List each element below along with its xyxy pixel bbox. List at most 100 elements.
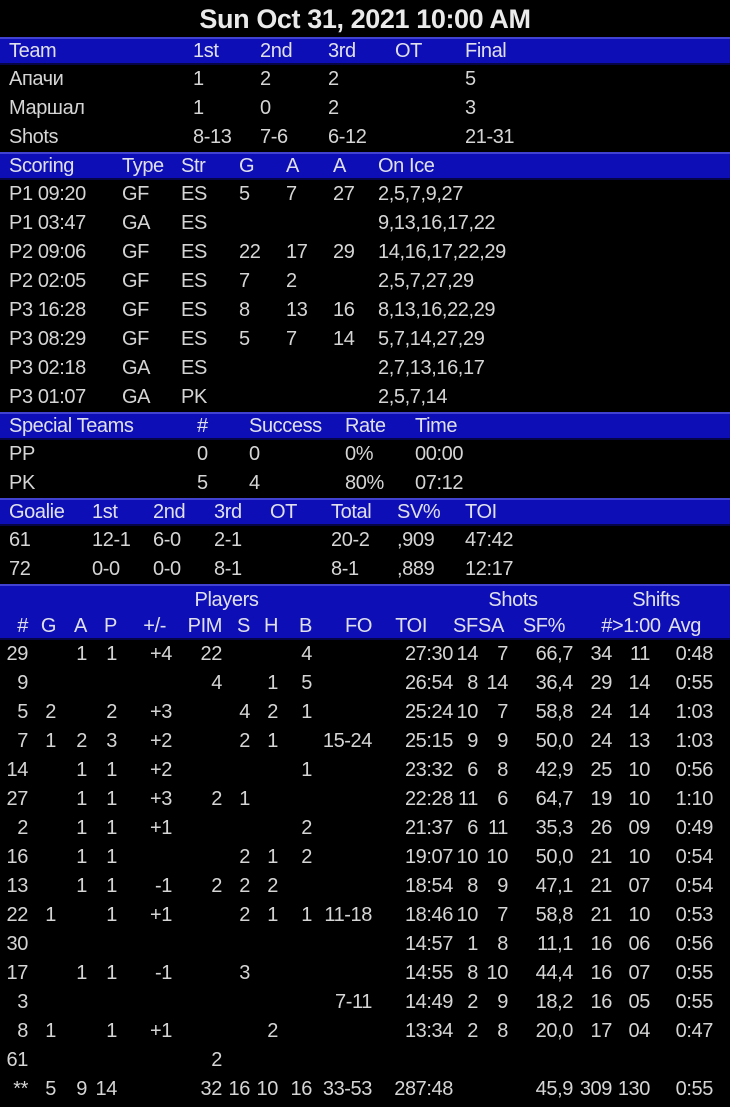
cell xyxy=(312,959,372,988)
cell: 0:55 xyxy=(675,962,714,984)
cell: 00:00 xyxy=(415,443,464,465)
cell: 30 xyxy=(6,933,29,955)
cell xyxy=(87,988,117,1017)
cell: 27 xyxy=(333,183,355,205)
cell: 1 xyxy=(45,904,56,926)
header-cell: SV% xyxy=(397,501,441,523)
cell xyxy=(250,814,278,843)
cell: 11 xyxy=(458,788,478,810)
cell: 2 xyxy=(239,875,250,897)
cell: +3 xyxy=(149,788,172,810)
cell: 2 xyxy=(267,701,278,723)
cell: 11 xyxy=(488,817,508,839)
cell: 3 xyxy=(239,962,250,984)
cell: 309 xyxy=(579,1078,613,1100)
cell: 8 xyxy=(497,933,508,955)
special-teams-section: Special Teams # Success Rate Time PP 0 0 0% 00:0… xyxy=(0,412,730,498)
cell: 0:48 xyxy=(675,643,714,665)
players-column-header: # G A P +/- PIM S H B FO TOI SF SA SF% # >1:00 Avg xyxy=(0,612,730,640)
scoring-row: P3 08:29 GF ES 5 7 14 5,7,14,27,29 xyxy=(0,325,730,354)
cell xyxy=(250,988,278,1017)
cell: 0% xyxy=(345,443,374,465)
scoring-row: P1 03:47 GA ES 9,13,16,17,22 xyxy=(0,209,730,238)
cell xyxy=(56,988,87,1017)
cell xyxy=(172,901,222,930)
cell: GF xyxy=(122,241,149,263)
cell: ,909 xyxy=(397,529,435,551)
cell xyxy=(117,669,172,698)
header-cell: OT xyxy=(270,501,297,523)
cell: 1 xyxy=(76,788,87,810)
cell: 9 xyxy=(497,875,508,897)
cell xyxy=(395,123,465,152)
cell: 14:55 xyxy=(404,962,453,984)
cell: 5,7,14,27,29 xyxy=(378,328,485,350)
cell: -1 xyxy=(155,962,172,984)
cell xyxy=(286,209,333,238)
cell: 0:54 xyxy=(675,875,714,897)
cell: GF xyxy=(122,270,149,292)
header-cell: Time xyxy=(415,415,458,437)
cell xyxy=(312,843,372,872)
cell: 1 xyxy=(467,933,478,955)
cell xyxy=(222,756,250,785)
cell xyxy=(478,1075,508,1104)
cell: ES xyxy=(181,270,207,292)
cell xyxy=(278,872,312,901)
cell: 3 xyxy=(17,991,28,1013)
cell xyxy=(573,1046,612,1075)
cell xyxy=(312,930,372,959)
cell: 0-0 xyxy=(92,558,120,580)
cell: 5 xyxy=(197,472,208,494)
cell xyxy=(278,930,312,959)
cell: P3 01:07 xyxy=(9,386,86,408)
cell: 6 xyxy=(467,817,478,839)
cell: 12:17 xyxy=(465,558,514,580)
team-row: Shots 8-13 7-6 6-12 21-31 xyxy=(0,123,730,152)
player-row: 7 1 2 3 +2 2 1 15-24 25:15 9 9 50,0 24 13 1:03 xyxy=(0,727,730,756)
header-cell: P xyxy=(104,615,117,637)
cell: 44,4 xyxy=(535,962,574,984)
header-cell: Goalie xyxy=(9,501,65,523)
cell: 13 xyxy=(286,299,308,321)
cell: 50,0 xyxy=(535,846,574,868)
cell: 3 xyxy=(465,97,476,119)
cell: ES xyxy=(181,212,207,234)
cell: 6 xyxy=(467,759,478,781)
cell: 3 xyxy=(106,730,117,752)
cell: 7 xyxy=(17,730,28,752)
cell: +2 xyxy=(149,759,172,781)
header-cell: Avg xyxy=(668,615,701,637)
cell: 7 xyxy=(497,904,508,926)
scoring-row: P1 09:20 GF ES 5 7 27 2,5,7,9,27 xyxy=(0,180,730,209)
cell xyxy=(312,669,372,698)
cell xyxy=(278,1046,312,1075)
cell: 58,8 xyxy=(535,904,574,926)
cell: 8 xyxy=(239,299,250,321)
header-cell: 1st xyxy=(92,501,118,523)
cell: 5 xyxy=(239,183,250,205)
scoring-table-body: P1 09:20 GF ES 5 7 27 2,5,7,9,27 P1 03:47 GA ES 9,… xyxy=(0,180,730,412)
cell: 25:15 xyxy=(404,730,453,752)
cell xyxy=(286,354,333,383)
header-cell: PIM xyxy=(187,615,223,637)
cell xyxy=(28,988,56,1017)
cell: 2,5,7,9,27 xyxy=(378,183,463,205)
header-cell: # xyxy=(17,615,28,637)
player-row: 16 1 1 2 1 2 19:07 10 10 50,0 21 10 0:54 xyxy=(0,843,730,872)
header-cell: A xyxy=(74,615,87,637)
cell: GA xyxy=(122,357,151,379)
cell xyxy=(312,872,372,901)
cell: 13 xyxy=(628,730,651,752)
header-cell: Scoring xyxy=(9,155,75,177)
cell: 22:28 xyxy=(404,788,453,810)
players-table-body: 29 1 1 +4 22 4 27:30 14 7 66,7 34 11 0:48 9 4 1 5 26:54 8 1… xyxy=(0,640,730,1104)
cell: 22 xyxy=(200,643,223,665)
cell: 130 xyxy=(617,1078,651,1100)
header-cell: 3rd xyxy=(214,501,242,523)
cell: 64,7 xyxy=(535,788,574,810)
cell: 9 xyxy=(17,672,28,694)
cell xyxy=(650,1046,713,1075)
cell: 1 xyxy=(76,846,87,868)
cell: GF xyxy=(122,299,149,321)
